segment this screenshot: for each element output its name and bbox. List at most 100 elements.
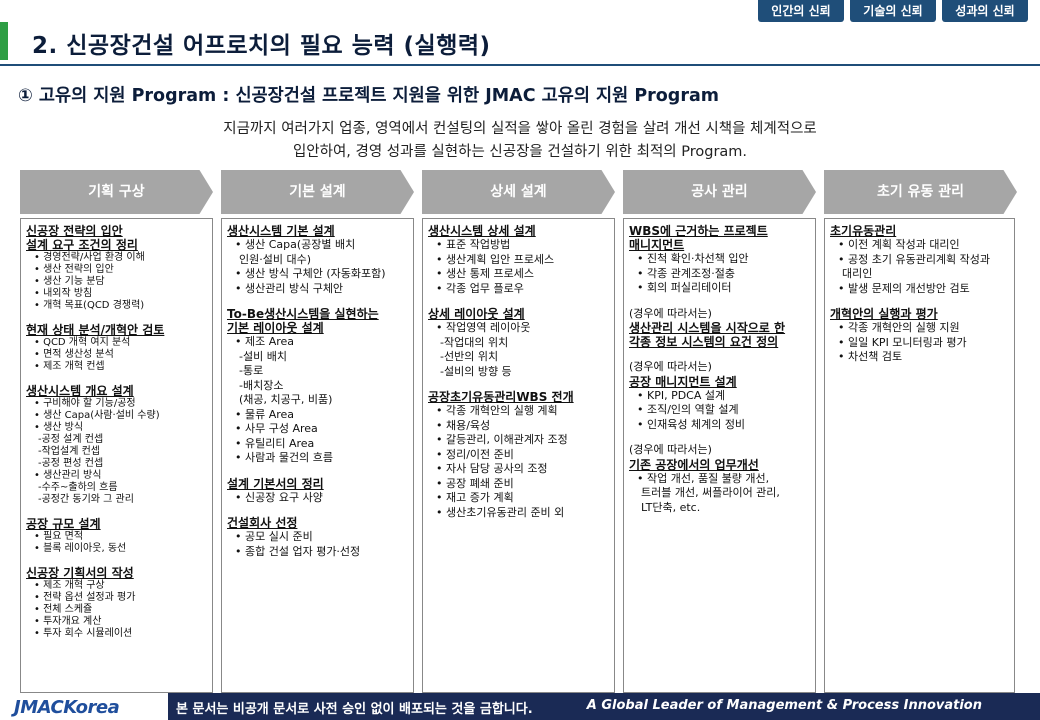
section-title: 각종 정보 시스템의 요건 정의 [629, 335, 779, 349]
list-item: • 각종 관계조정·절충 [637, 266, 735, 280]
section: 개혁안의 실행과 평가 • 각종 개혁안의 실행 지원 • 일일 KPI 모니터링과… [830, 307, 1009, 365]
list-item: • 제조 개혁 구상 [34, 580, 105, 591]
section-items: • 필요 면적 • 블록 레이아웃, 동선 [26, 531, 207, 555]
list-item: • 생산계획 입안 프로세스 [436, 252, 555, 266]
confidentiality-notice: 본 문서는 비공개 문서로 사전 승인 없이 배포되는 것을 금합니다. [176, 702, 533, 717]
list-item: • 물류 Area [235, 407, 295, 421]
section: (경우에 따라서는) 공장 매니지먼트 설계 • KPI, PDCA 설계 • 조직/… [629, 360, 810, 432]
phase-construction-management: 공사 관리 [623, 170, 816, 214]
list-item: • 종합 건설 업자 평가·선정 [235, 544, 361, 558]
list-item: • 생산 Capa(공장별 배치 [235, 238, 356, 251]
section-items: • 제조 Area -설비 배치 -통로 -배치장소 (채공, 치공구, 비품) • 물류… [227, 335, 408, 466]
section-items: • 경영전략/사업 환경 이해 • 생산 전략의 입안 • 생산 기능 분담 • 내외… [26, 252, 207, 312]
list-item: • 채용/육성 [436, 418, 491, 432]
section-title: 생산시스템 기본 설계 [227, 224, 335, 238]
section: 건설회사 선정 • 공모 실시 준비 • 종합 건설 업자 평가·선정 [227, 516, 408, 559]
section-title: 생산시스템 개요 설계 [26, 384, 134, 398]
list-item: • 표준 작업방법 [436, 238, 511, 251]
phase-flow: 기획 구상 기본 설계 상세 설계 공사 관리 초기 유동 관리 [20, 170, 1020, 214]
title-accent-bar [0, 22, 8, 60]
list-item: • 제조 개혁 컨셉 [34, 361, 105, 372]
page-subtitle: ① 고유의 지원 Program : 신공장건설 프로젝트 지원을 위한 JMA… [18, 86, 719, 106]
list-item: • KPI, PDCA 설계 [637, 388, 726, 402]
list-item: 대리인 [842, 267, 873, 280]
list-item: • 일일 KPI 모니터링과 평가 [838, 335, 967, 349]
intro-text: 지금까지 여러가지 업종, 영역에서 컨설팅의 실적을 쌓아 올린 경험을 살려… [0, 118, 1040, 164]
column-planning: 신공장 전략의 입안 설계 요구 조건의 정리 • 경영전략/사업 환경 이해 • 생… [20, 218, 213, 693]
section-items: • 제조 개혁 구상 • 전략 옵션 설정과 평가 • 전체 스케쥴 • 투자개요 계… [26, 580, 207, 640]
list-item: • 생산 기능 분담 [34, 276, 105, 287]
section: 생산시스템 기본 설계 • 생산 Capa(공장별 배치 인원·설비 대수) • 생산… [227, 224, 408, 296]
list-item: • 신공장 요구 사양 [235, 490, 323, 504]
list-item: • QCD 개혁 여지 분석 [34, 337, 131, 348]
list-item: -공정 설계 컨셉 [38, 434, 104, 445]
list-item: -수주~출하의 흐름 [38, 482, 118, 493]
title-divider [0, 64, 1040, 66]
list-item: -공정간 동기와 그 관리 [38, 494, 134, 505]
list-item: • 사람과 물건의 흐름 [235, 451, 333, 464]
section: 생산시스템 상세 설계 • 표준 작업방법 • 생산계획 입안 프로세스 • 생산 통… [428, 224, 609, 296]
list-item: • 작업 개선, 품질 불량 개선, [637, 471, 770, 485]
section-items: • 작업영역 레이아웃 -작업대의 위치 -선반의 위치 -설비의 방향 등 [428, 321, 609, 379]
list-item: -배치장소 [239, 378, 284, 392]
section-title: 상세 레이아웃 설계 [428, 307, 525, 321]
list-item: • 공장 폐쇄 준비 [436, 476, 514, 490]
list-item: • 내외작 방침 [34, 288, 93, 299]
section: 초기유동관리 • 이전 계획 작성과 대리인 • 공정 초기 유동관리계획 작성과 대… [830, 224, 1009, 296]
section: 신공장 기획서의 작성 • 제조 개혁 구상 • 전략 옵션 설정과 평가 • 전체 … [26, 566, 207, 640]
list-item: • 생산 방식 [34, 422, 84, 433]
phase-detail-design: 상세 설계 [422, 170, 615, 214]
list-item: • 생산 Capa(사람·설비 수량) [34, 410, 160, 421]
list-item: -선반의 위치 [440, 350, 499, 363]
list-item: • 전략 옵션 설정과 평가 [34, 592, 136, 603]
list-item: • 전체 스케쥴 [34, 604, 93, 615]
section-title: 현재 상태 분석/개혁안 검토 [26, 323, 165, 337]
section-title: 초기유동관리 [830, 224, 897, 238]
list-item: • 제조 Area [235, 335, 295, 348]
page-title: 2. 신공장건설 어프로치의 필요 능력 (실행력) [32, 33, 491, 59]
section-title: 생산시스템 상세 설계 [428, 224, 536, 238]
section-title: 매니지먼트 [629, 238, 685, 252]
list-item: • 회의 퍼실리테이터 [637, 281, 732, 294]
section: 공장초기유동관리WBS 전개 • 각종 개혁안의 실행 계획 • 채용/육성 • 갈등… [428, 390, 609, 520]
list-item: • 생산관리 방식 구체안 [235, 281, 344, 295]
section-title: 생산관리 시스템을 시작으로 한 [629, 321, 786, 335]
footer: JMACKorea 본 문서는 비공개 문서로 사전 승인 없이 배포되는 것을… [0, 693, 1040, 720]
section-title: 기본 레이아웃 설계 [227, 321, 324, 335]
list-item: • 개혁 목표(QCD 경쟁력) [34, 300, 145, 311]
list-item: • 조직/인의 역할 설계 [637, 403, 739, 416]
column-construction-management: WBS에 근거하는 프로젝트 매니지먼트 • 진척 확인·차선책 입안 • 각종 관계… [623, 218, 816, 693]
section-title: 기존 공장에서의 업무개선 [629, 457, 759, 472]
phase-basic-design: 기본 설계 [221, 170, 414, 214]
column-initial-flow-management: 초기유동관리 • 이전 계획 작성과 대리인 • 공정 초기 유동관리계획 작성과 대… [824, 218, 1015, 693]
list-item: • 구비해야 할 기능/공정 [34, 398, 136, 409]
list-item: -설비의 방향 등 [440, 364, 512, 378]
list-item: • 인재육성 체계의 정비 [637, 417, 746, 431]
phase-planning: 기획 구상 [20, 170, 213, 214]
list-item: • 각종 개혁안의 실행 계획 [436, 404, 558, 417]
list-item: -작업대의 위치 [440, 335, 509, 349]
list-item: 인원·설비 대수) [239, 252, 312, 266]
section-title: 신공장 기획서의 작성 [26, 566, 134, 580]
section-title: WBS에 근거하는 프로젝트 [629, 224, 768, 238]
list-item: • 공정 초기 유동관리계획 작성과 [838, 252, 991, 266]
list-item: • 각종 업무 플로우 [436, 281, 524, 295]
list-item: • 필요 면적 [34, 531, 84, 542]
list-item: LT단축, etc. [641, 500, 701, 514]
section-title: 공장 매니지먼트 설계 [629, 374, 737, 389]
section-items: • 각종 개혁안의 실행 계획 • 채용/육성 • 갈등관리, 이해관계자 조정 • … [428, 404, 609, 520]
section: WBS에 근거하는 프로젝트 매니지먼트 • 진척 확인·차선책 입안 • 각종 관계… [629, 224, 810, 296]
list-item: (채공, 치공구, 비품) [239, 393, 333, 406]
section-items: • 각종 개혁안의 실행 지원 • 일일 KPI 모니터링과 평가 • 차선책 검토 [830, 321, 1009, 365]
list-item: -공정 편성 컨셉 [38, 458, 104, 469]
section-title: 설계 기본서의 정리 [227, 476, 324, 491]
list-item: 트러블 개선, 써플라이어 관리, [641, 486, 780, 499]
list-item: • 투자개요 계산 [34, 616, 102, 627]
list-item: • 각종 개혁안의 실행 지원 [838, 321, 960, 334]
section-note: (경우에 따라서는) [629, 443, 712, 456]
section-items: • 진척 확인·차선책 입안 • 각종 관계조정·절충 • 회의 퍼실리테이터 [629, 252, 810, 296]
section: 신공장 전략의 입안 설계 요구 조건의 정리 • 경영전략/사업 환경 이해 • 생… [26, 224, 207, 312]
section-note: (경우에 따라서는) [629, 360, 712, 373]
list-item: • 투자 회수 시뮬레이션 [34, 628, 133, 639]
list-item: • 면적 생산성 분석 [34, 349, 114, 360]
